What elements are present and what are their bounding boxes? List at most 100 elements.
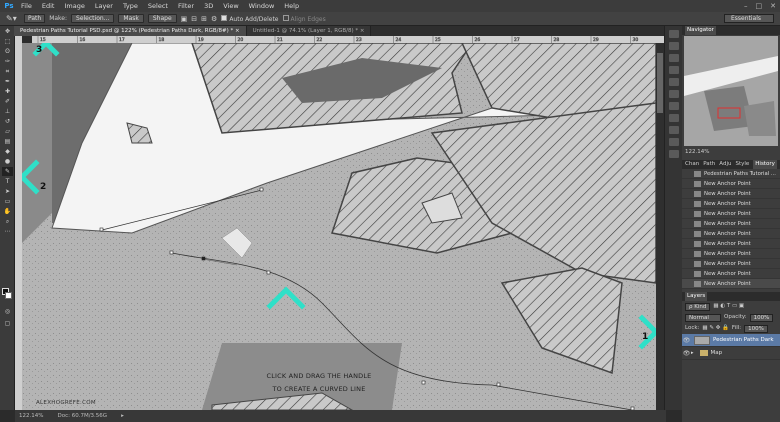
menu-window[interactable]: Window <box>244 0 280 12</box>
scrollbar-thumb[interactable] <box>657 53 663 113</box>
document-size[interactable]: Doc: 60.7M/3.56G <box>57 413 107 419</box>
gear-icon[interactable]: ⚙ <box>211 15 217 23</box>
panel-icon[interactable] <box>669 114 679 122</box>
menu-image[interactable]: Image <box>59 0 89 12</box>
mask-button[interactable]: Mask <box>118 14 144 23</box>
clone-stamp-tool-icon[interactable]: ⊥ <box>2 107 13 116</box>
menu-filter[interactable]: Filter <box>173 0 199 12</box>
navigator-thumbnail[interactable] <box>684 36 778 146</box>
mode-dropdown[interactable]: Path <box>24 14 46 23</box>
close-icon[interactable]: ✕ <box>770 0 776 12</box>
menu-type[interactable]: Type <box>118 0 143 12</box>
tab-styles[interactable]: Style <box>735 160 749 169</box>
shape-tool-icon[interactable]: ▭ <box>2 197 13 206</box>
panel-icon[interactable] <box>669 90 679 98</box>
quick-select-tool-icon[interactable]: ✑ <box>2 57 13 66</box>
menu-select[interactable]: Select <box>143 0 173 12</box>
history-item[interactable]: New Anchor Point <box>682 219 780 229</box>
history-item[interactable]: New Anchor Point <box>682 209 780 219</box>
quick-mask-icon[interactable]: ◎ <box>2 307 13 316</box>
history-item[interactable]: New Anchor Point <box>682 259 780 269</box>
navigator-title[interactable]: Navigator <box>685 26 716 35</box>
layer-row[interactable]: 👁 Pedestrian Paths Dark <box>682 334 780 347</box>
panel-icon[interactable] <box>669 54 679 62</box>
tab-pedestrian-paths[interactable]: Pedestrian Paths Tutorial PSD.psd @ 122%… <box>14 26 247 36</box>
vertical-scrollbar[interactable] <box>656 43 664 410</box>
panel-icon[interactable] <box>669 78 679 86</box>
menu-3d[interactable]: 3D <box>199 0 218 12</box>
blur-tool-icon[interactable]: ◆ <box>2 147 13 156</box>
move-tool-icon[interactable]: ✥ <box>2 27 13 36</box>
menu-edit[interactable]: Edit <box>37 0 60 12</box>
eyedropper-tool-icon[interactable]: ✒ <box>2 77 13 86</box>
fill-field[interactable]: 100% <box>744 324 768 333</box>
panel-icon[interactable] <box>669 138 679 146</box>
zoom-tool-icon[interactable]: ⌕ <box>2 217 13 226</box>
path-operations-icon[interactable]: ▣ <box>181 15 188 23</box>
menu-file[interactable]: File <box>16 0 37 12</box>
panel-icon[interactable] <box>669 126 679 134</box>
crop-tool-icon[interactable]: ⌗ <box>2 67 13 76</box>
history-item[interactable]: New Anchor Point <box>682 279 780 289</box>
document-canvas[interactable]: 3 2 1 CLICK AND DRAG THE HANDLE TO CREAT… <box>22 43 656 410</box>
history-item[interactable]: New Anchor Point <box>682 249 780 259</box>
tab-channels[interactable]: Chan <box>685 160 699 169</box>
chevron-right-icon[interactable]: ▸ <box>691 347 694 360</box>
type-tool-icon[interactable]: T <box>2 177 13 186</box>
screen-mode-icon[interactable]: ▢ <box>2 319 13 328</box>
history-item[interactable]: New Anchor Point <box>682 269 780 279</box>
eye-icon[interactable]: 👁 <box>682 347 691 360</box>
more-tools-icon[interactable]: ⋯ <box>2 227 13 236</box>
brush-tool-icon[interactable]: ✐ <box>2 97 13 106</box>
path-selection-tool-icon[interactable]: ➤ <box>2 187 13 196</box>
history-brush-tool-icon[interactable]: ↺ <box>2 117 13 126</box>
tab-paths[interactable]: Path <box>703 160 715 169</box>
dodge-tool-icon[interactable]: ● <box>2 157 13 166</box>
tab-history[interactable]: History <box>753 160 777 169</box>
blend-mode-dropdown[interactable]: Normal <box>685 313 721 322</box>
minimize-icon[interactable]: – <box>744 0 748 12</box>
panel-icon[interactable] <box>669 102 679 110</box>
panel-icon[interactable] <box>669 30 679 38</box>
opacity-field[interactable]: 100% <box>749 313 774 322</box>
path-alignment-icon[interactable]: ⊟ <box>191 15 197 23</box>
gradient-tool-icon[interactable]: ▤ <box>2 137 13 146</box>
tab-adjustments[interactable]: Adju <box>719 160 731 169</box>
history-item[interactable]: New Anchor Point <box>682 179 780 189</box>
panel-icon[interactable] <box>669 66 679 74</box>
tab-untitled-1[interactable]: Untitled-1 @ 74.1% (Layer 1, RGB/8) * × <box>246 26 372 36</box>
status-arrow-icon[interactable]: ▸ <box>121 413 124 419</box>
marquee-tool-icon[interactable]: ⬚ <box>2 37 13 46</box>
layer-group-row[interactable]: 👁 ▸ Map <box>682 347 780 360</box>
path-arrangement-icon[interactable]: ⊞ <box>201 15 207 23</box>
history-item[interactable]: Pedestrian Paths Tutorial ... <box>682 169 780 179</box>
history-item[interactable]: New Anchor Point <box>682 199 780 209</box>
workspace-dropdown[interactable]: Essentials <box>724 14 774 23</box>
menu-layer[interactable]: Layer <box>90 0 118 12</box>
tab-layers[interactable]: Layers <box>685 292 708 301</box>
selection-button[interactable]: Selection... <box>71 14 115 23</box>
history-item[interactable]: New Anchor Point <box>682 229 780 239</box>
align-edges-checkbox[interactable]: Align Edges <box>282 14 326 23</box>
history-item[interactable]: New Anchor Point <box>682 239 780 249</box>
history-item[interactable]: New Anchor Point <box>682 189 780 199</box>
lock-icons[interactable]: ▦ ✎ ✥ 🔒 <box>702 323 729 334</box>
zoom-level[interactable]: 122.14% <box>19 413 43 419</box>
panel-icon[interactable] <box>669 42 679 50</box>
menu-help[interactable]: Help <box>279 0 304 12</box>
lasso-tool-icon[interactable]: ʘ <box>2 47 13 56</box>
panel-icon[interactable] <box>669 150 679 158</box>
pen-tool-preset-icon[interactable]: ✎▾ <box>6 14 20 23</box>
kind-filter-dropdown[interactable]: ρ Kind <box>685 302 711 311</box>
shape-button[interactable]: Shape <box>147 14 177 23</box>
eraser-tool-icon[interactable]: ▱ <box>2 127 13 136</box>
healing-brush-tool-icon[interactable]: ✚ <box>2 87 13 96</box>
auto-add-delete-checkbox[interactable]: Auto Add/Delete <box>221 14 279 23</box>
background-color-swatch[interactable] <box>5 292 12 299</box>
menu-view[interactable]: View <box>218 0 243 12</box>
eye-icon[interactable]: 👁 <box>682 334 691 347</box>
pen-tool-icon[interactable]: ✎ <box>2 167 13 176</box>
hand-tool-icon[interactable]: ✋ <box>2 207 13 216</box>
filter-icons[interactable]: ▦ ◐ T ▭ ▣ <box>713 301 744 312</box>
maximize-icon[interactable]: □ <box>756 0 763 12</box>
